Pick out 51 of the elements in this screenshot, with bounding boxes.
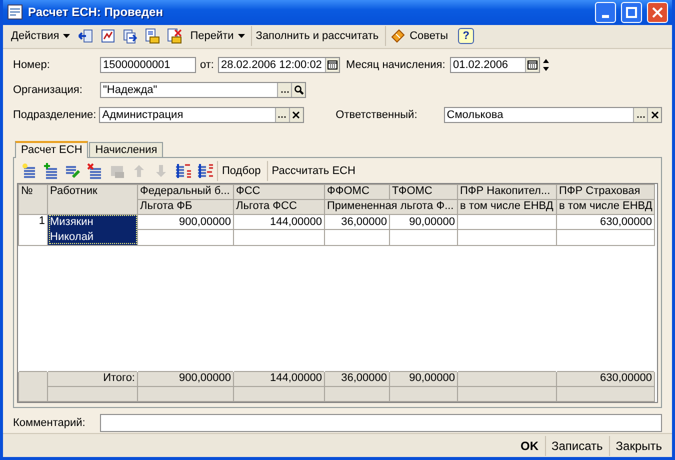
column-header[interactable]: Льгота ФБ bbox=[138, 199, 234, 214]
field-label: Ответственный: bbox=[336, 108, 418, 121]
help-button[interactable]: ? bbox=[458, 28, 474, 44]
total-label: Итого: bbox=[48, 371, 138, 386]
dialog-button[interactable]: Записать bbox=[544, 436, 609, 456]
column-header[interactable]: Федеральный б... bbox=[138, 184, 234, 200]
column-header[interactable]: в том числе ЕНВД bbox=[458, 199, 556, 214]
tips-button[interactable]: Советы bbox=[384, 26, 452, 46]
toolbar-button[interactable]: Рассчитать ЕСН bbox=[266, 160, 360, 181]
column-header[interactable]: Льгота ФСС bbox=[234, 199, 324, 214]
field-label: Подразделение: bbox=[13, 108, 98, 121]
table-cell[interactable]: 630,00000 bbox=[556, 214, 654, 230]
column-header[interactable]: ПФР Накопител... bbox=[458, 184, 556, 200]
table-cell[interactable]: Мизякин Николай bbox=[48, 214, 138, 246]
column-header[interactable]: ФФОМС bbox=[324, 184, 390, 200]
column-header[interactable]: Работник bbox=[48, 184, 138, 214]
field-label: Месяц начисления: bbox=[346, 58, 446, 71]
column-header[interactable]: ПФР Страховая bbox=[556, 184, 654, 200]
total-cell: 900,00000 bbox=[138, 371, 234, 386]
tab[interactable]: Начисления bbox=[89, 142, 164, 157]
toolbar-button[interactable]: Заполнить и рассчитать bbox=[250, 26, 383, 46]
total-cell: 36,00000 bbox=[324, 371, 390, 386]
dialog-button[interactable]: Закрыть bbox=[608, 436, 668, 456]
field-label: Комментарий: bbox=[13, 417, 86, 430]
field-label: от: bbox=[200, 58, 215, 71]
tab[interactable]: Расчет ЕСН bbox=[15, 140, 88, 158]
total-cell: 144,00000 bbox=[234, 371, 324, 386]
column-header[interactable]: № bbox=[18, 184, 48, 214]
column-header[interactable]: ТФОМС bbox=[390, 184, 458, 200]
table-cell[interactable]: 36,00000 bbox=[324, 214, 390, 230]
column-header[interactable]: в том числе ЕНВД bbox=[556, 199, 654, 214]
table-cell[interactable]: 144,00000 bbox=[234, 214, 324, 230]
field-label: Номер: bbox=[13, 58, 51, 71]
column-header[interactable]: ФСС bbox=[234, 184, 324, 200]
input-field[interactable]: Смолькова bbox=[444, 106, 662, 123]
menu-button[interactable]: Действия bbox=[7, 26, 74, 46]
input-field[interactable]: "Надежда" bbox=[100, 82, 306, 98]
menu-button[interactable]: Перейти bbox=[186, 26, 249, 46]
table-cell[interactable]: 900,00000 bbox=[138, 214, 234, 230]
table-cell[interactable]: 90,00000 bbox=[390, 214, 458, 230]
total-cell: 630,00000 bbox=[556, 371, 654, 386]
total-cell: 90,00000 bbox=[390, 371, 458, 386]
column-header[interactable]: Примененная льгота Ф... bbox=[324, 199, 458, 214]
dialog-button[interactable]: OK bbox=[514, 436, 544, 456]
toolbar-button[interactable]: Подбор bbox=[217, 160, 265, 181]
input-field[interactable]: 01.02.2006 bbox=[450, 56, 540, 73]
input-field[interactable]: 15000000001 bbox=[100, 56, 196, 73]
field-label: Организация: bbox=[13, 84, 84, 96]
input-field[interactable]: Администрация bbox=[99, 106, 304, 123]
window-title: Расчет ЕСН: Проведен bbox=[28, 5, 164, 20]
input-field[interactable]: 28.02.2006 12:00:02 bbox=[218, 56, 340, 73]
